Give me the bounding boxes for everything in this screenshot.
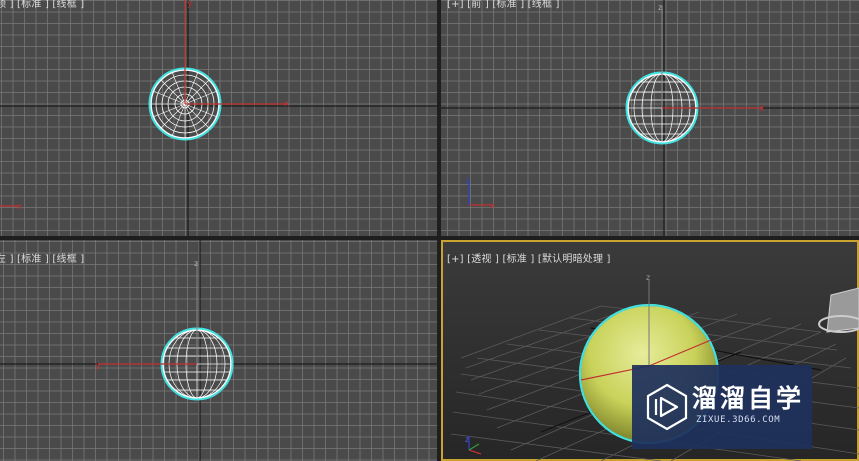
viewport-left[interactable]: y z 左 ] [标准 ] [线框 ] <box>0 240 437 461</box>
scene-object-partial[interactable] <box>818 287 859 333</box>
viewport-front[interactable]: x z x z [+] [前 ] [标准 ] [线框 ] <box>441 0 859 236</box>
gizmo-y-label: y <box>95 361 101 371</box>
gizmo-y-label: y <box>187 0 193 9</box>
watermark-title: 溜溜自学 <box>692 384 805 413</box>
gizmo-x-label: x <box>284 99 290 109</box>
gizmo-z-label: z <box>194 259 198 268</box>
viewport-left-label[interactable]: 左 ] [标准 ] [线框 ] <box>0 250 84 265</box>
svg-text:z: z <box>466 176 470 185</box>
viewport-top[interactable]: x y x 顶 ] [标准 ] [线框 ] <box>0 0 437 236</box>
corner-axis-tripod: x z <box>466 176 495 210</box>
gizmo-z-label: z <box>646 273 650 282</box>
watermark-logo: 溜溜自学 ZIXUE.3D66.COM <box>632 365 812 449</box>
play-logo-icon <box>646 383 688 431</box>
viewport-top-label[interactable]: 顶 ] [标准 ] [线框 ] <box>0 0 84 10</box>
viewport-front-label[interactable]: [+] [前 ] [标准 ] [线框 ] <box>447 0 560 10</box>
gizmo-z-label: z <box>658 3 662 12</box>
svg-text:z: z <box>465 435 469 444</box>
corner-axis-x-label: x <box>17 202 22 211</box>
top-scene: x y x <box>0 0 437 236</box>
left-scene: y z <box>0 240 437 461</box>
svg-text:x: x <box>490 201 495 210</box>
viewport-perspective-label[interactable]: [+] [透视 ] [标准 ] [默认明暗处理 ] <box>447 250 611 265</box>
gizmo-x-label: x <box>759 104 765 114</box>
front-scene: x z x z <box>441 0 859 236</box>
watermark-url: ZIXUE.3D66.COM <box>696 415 781 425</box>
